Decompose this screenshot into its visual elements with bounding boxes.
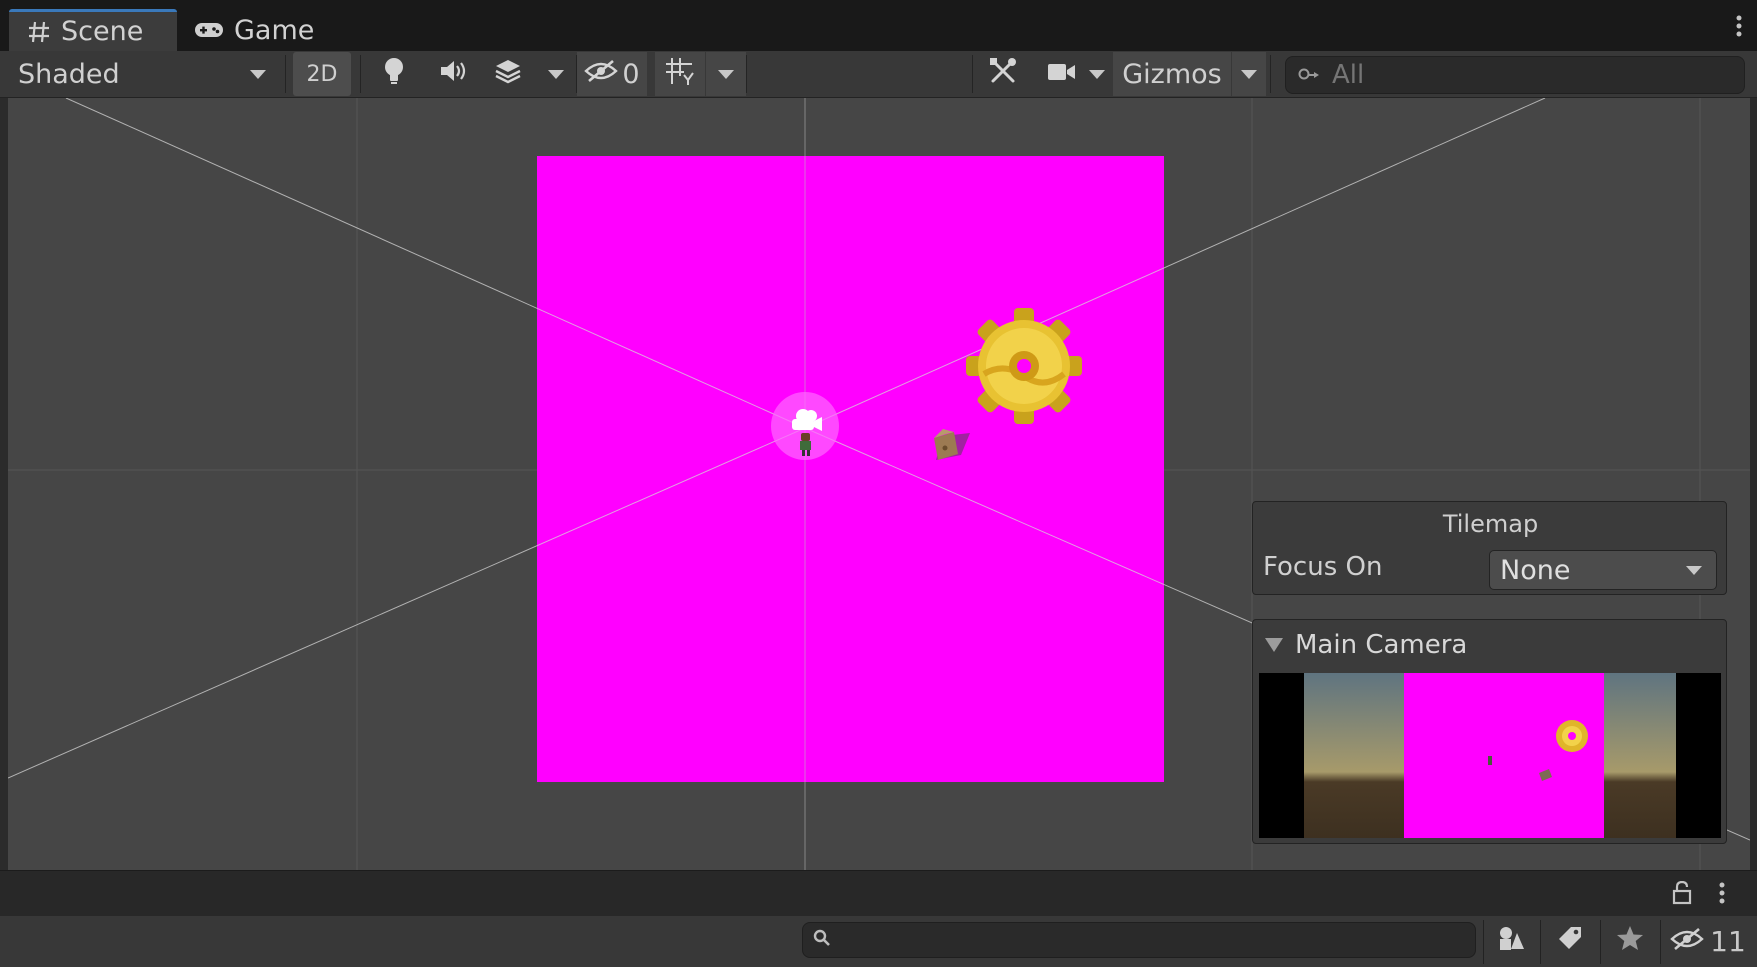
chevron-down-icon (1089, 69, 1105, 79)
gear-sprite[interactable] (966, 308, 1082, 424)
focus-on-dropdown[interactable]: None (1489, 550, 1717, 590)
draw-mode-label: Shaded (18, 58, 120, 90)
toolbar-divider (972, 55, 973, 93)
scene-toolbar: Shaded 2D 0 Gizmos All (0, 51, 1757, 98)
scene-right-border (1750, 98, 1757, 870)
collapse-triangle-icon[interactable] (1265, 638, 1283, 652)
search-by-label-button[interactable] (1543, 919, 1597, 963)
preview-gear-icon (1556, 720, 1588, 752)
scene-visibility-toggle[interactable]: 0 (577, 52, 647, 96)
preview-player-icon (1488, 756, 1492, 765)
hidden-packages-count: 11 (1710, 924, 1746, 958)
lightbulb-icon (383, 57, 405, 92)
chevron-down-icon (1241, 69, 1257, 79)
scene-search-field[interactable] (1285, 56, 1745, 94)
more-options-icon[interactable] (1735, 14, 1743, 43)
chevron-down-icon (1686, 565, 1702, 575)
toolbar-divider (1540, 920, 1541, 964)
gamepad-icon (194, 20, 224, 40)
favorites-button[interactable] (1603, 919, 1657, 963)
hierarchy-header-bar (0, 870, 1757, 916)
search-by-type-button[interactable] (1486, 919, 1536, 963)
tilemap-overlay-panel: Tilemap Focus On None (1252, 501, 1727, 595)
tab-scene[interactable]: Scene (9, 9, 177, 51)
search-input[interactable] (1330, 59, 1734, 91)
toolbar-divider (746, 55, 747, 93)
scene-tools-toggle[interactable] (975, 52, 1031, 96)
tag-icon (1557, 925, 1583, 958)
search-icon (813, 929, 831, 951)
eye-hidden-icon (584, 59, 619, 90)
grid-toggle[interactable] (655, 52, 705, 96)
grid-dropdown[interactable] (706, 52, 746, 96)
tab-game[interactable]: Game (186, 9, 326, 51)
more-options-icon[interactable] (1718, 881, 1726, 909)
project-toolbar: 11 (0, 916, 1757, 967)
focus-on-label: Focus On (1263, 552, 1383, 582)
main-camera-header[interactable]: Main Camera (1265, 630, 1467, 660)
chevron-down-icon (548, 69, 564, 79)
gizmos-toggle[interactable]: Gizmos (1113, 52, 1231, 96)
toolbar-divider (1660, 920, 1661, 964)
toolbar-divider (285, 55, 286, 93)
hash-icon (27, 20, 51, 44)
star-icon (1616, 925, 1644, 958)
tab-game-label: Game (234, 14, 315, 46)
hidden-packages-toggle[interactable]: 11 (1664, 919, 1752, 963)
focus-on-value: None (1500, 554, 1571, 586)
effects-toggle[interactable] (483, 52, 533, 96)
2d-mode-toggle[interactable]: 2D (293, 52, 351, 96)
tilemap-overlay-title: Tilemap (1442, 510, 1539, 538)
hidden-count: 0 (622, 58, 640, 90)
shapes-icon (1497, 925, 1525, 958)
toolbar-divider (1600, 920, 1601, 964)
grid-icon (664, 56, 696, 93)
chevron-down-icon (718, 69, 734, 79)
toolbar-divider (1270, 55, 1271, 93)
layers-icon (494, 58, 522, 91)
project-search-field[interactable] (802, 922, 1476, 958)
lock-icon[interactable] (1672, 880, 1692, 909)
chevron-down-icon (250, 69, 266, 79)
toolbar-divider (360, 55, 361, 93)
effects-dropdown[interactable] (534, 52, 578, 96)
tab-scene-label: Scene (61, 16, 144, 47)
preview-tilemap (1404, 673, 1604, 838)
main-camera-title: Main Camera (1295, 630, 1468, 660)
toolbar-divider (1483, 920, 1484, 964)
speaker-icon (438, 59, 468, 90)
tools-icon (988, 56, 1018, 93)
gizmos-dropdown[interactable] (1232, 52, 1266, 96)
tab-bar: Scene Game (0, 0, 1757, 51)
draw-mode-dropdown[interactable]: Shaded (8, 52, 276, 96)
search-icon (1298, 60, 1320, 90)
audio-toggle[interactable] (425, 52, 481, 96)
video-camera-icon (1047, 59, 1077, 90)
tilemap-background[interactable] (537, 156, 1164, 782)
lighting-toggle[interactable] (366, 52, 422, 96)
eye-hidden-icon (1670, 925, 1704, 958)
camera-settings-dropdown[interactable] (1036, 52, 1116, 96)
scene-left-border (0, 98, 8, 870)
camera-preview (1259, 673, 1721, 838)
main-camera-overlay-panel: Main Camera (1252, 619, 1727, 844)
